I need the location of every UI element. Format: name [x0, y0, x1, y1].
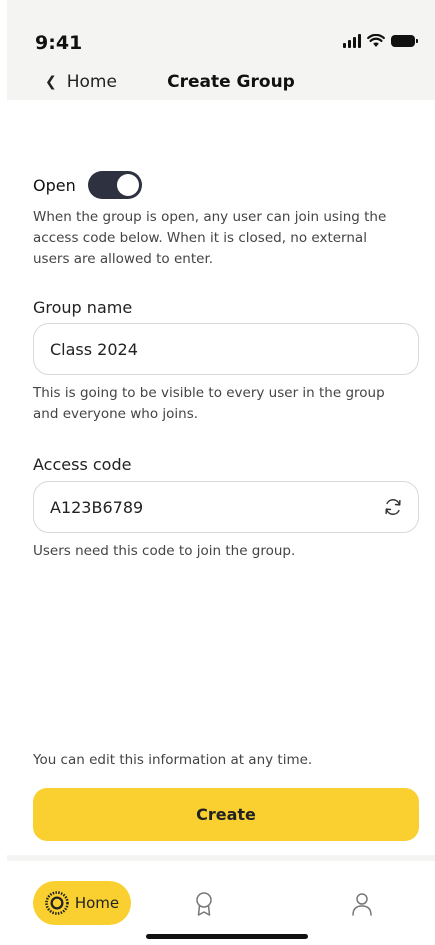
group-name-help-text: This is going to be visible to every use…: [33, 385, 385, 422]
group-name-field[interactable]: Class 2024: [33, 323, 419, 375]
wifi-icon: [367, 34, 385, 47]
edit-info-note: You can edit this information at any tim…: [33, 752, 313, 768]
create-button[interactable]: Create: [33, 788, 419, 841]
signal-icon: [343, 34, 361, 48]
access-code-value: A123B6789: [50, 497, 144, 517]
profile-icon[interactable]: [350, 891, 374, 917]
tab-home-label: Home: [74, 894, 120, 912]
tab-bar: Home: [7, 855, 435, 945]
group-name-label: Group name: [33, 298, 133, 317]
home-icon: [45, 891, 69, 915]
group-name-value: Class 2024: [50, 339, 138, 359]
battery-icon: [391, 35, 418, 47]
access-code-help-text: Users need this code to join the group.: [33, 543, 296, 559]
status-time: 9:41: [35, 32, 83, 54]
open-toggle-row: Open: [33, 171, 142, 199]
open-toggle[interactable]: [87, 171, 142, 199]
refresh-icon[interactable]: [382, 496, 404, 518]
toggle-knob: [116, 174, 139, 196]
tab-home[interactable]: Home: [33, 881, 131, 925]
page-title: Create Group: [167, 72, 295, 92]
open-toggle-label: Open: [33, 175, 76, 195]
award-icon[interactable]: [192, 891, 216, 917]
access-code-field[interactable]: A123B6789: [33, 481, 419, 533]
status-bar: 9:41 ❮ Home Create Group: [7, 0, 435, 100]
home-indicator: [146, 934, 308, 939]
open-help-text: When the group is open, any user can joi…: [33, 209, 387, 267]
status-icons: [343, 34, 418, 48]
access-code-label: Access code: [33, 455, 132, 474]
